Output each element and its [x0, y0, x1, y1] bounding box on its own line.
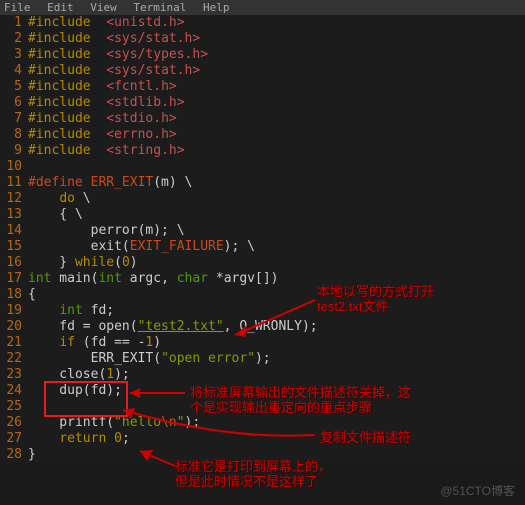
code-content: perror(m); \ [28, 223, 185, 239]
code-line: 12 do \ [0, 191, 525, 207]
line-number: 28 [0, 447, 28, 463]
code-content: do \ [28, 191, 91, 207]
code-content: #include <stdio.h> [28, 111, 177, 127]
line-number: 21 [0, 335, 28, 351]
code-content: #include <sys/types.h> [28, 47, 208, 63]
line-number: 8 [0, 127, 28, 143]
code-content: int fd; [28, 303, 114, 319]
line-number: 20 [0, 319, 28, 335]
code-line: 25 [0, 399, 525, 415]
code-line: 26 printf("hello\n"); [0, 415, 525, 431]
line-number: 25 [0, 399, 28, 415]
line-number: 11 [0, 175, 28, 191]
line-number: 16 [0, 255, 28, 271]
code-content: { [28, 287, 36, 303]
code-line: 8#include <errno.h> [0, 127, 525, 143]
line-number: 1 [0, 15, 28, 31]
menu-view[interactable]: View [90, 1, 117, 14]
line-number: 23 [0, 367, 28, 383]
code-line: 6#include <stdlib.h> [0, 95, 525, 111]
code-content: #include <stdlib.h> [28, 95, 185, 111]
line-number: 19 [0, 303, 28, 319]
code-line: 28} [0, 447, 525, 463]
code-content: #include <errno.h> [28, 127, 177, 143]
code-content: exit(EXIT_FAILURE); \ [28, 239, 255, 255]
code-content: #include <unistd.h> [28, 15, 185, 31]
code-content: return 0; [28, 431, 130, 447]
code-content: ERR_EXIT("open error"); [28, 351, 271, 367]
line-number: 10 [0, 159, 28, 175]
line-number: 12 [0, 191, 28, 207]
code-line: 9#include <string.h> [0, 143, 525, 159]
code-content: #include <sys/stat.h> [28, 63, 200, 79]
code-content: dup(fd); [28, 383, 122, 399]
code-line: 4#include <sys/stat.h> [0, 63, 525, 79]
code-content: #include <fcntl.h> [28, 79, 177, 95]
code-content: { \ [28, 207, 83, 223]
code-line: 19 int fd; [0, 303, 525, 319]
code-line: 3#include <sys/types.h> [0, 47, 525, 63]
line-number: 24 [0, 383, 28, 399]
code-content: fd = open("test2.txt", O_WRONLY); [28, 319, 318, 335]
line-number: 22 [0, 351, 28, 367]
line-number: 18 [0, 287, 28, 303]
code-line: 23 close(1); [0, 367, 525, 383]
code-content: if (fd == -1) [28, 335, 161, 351]
line-number: 14 [0, 223, 28, 239]
code-editor[interactable]: 1#include <unistd.h>2#include <sys/stat.… [0, 15, 525, 463]
code-content: int main(int argc, char *argv[]) [28, 271, 279, 287]
menu-file[interactable]: File [4, 1, 31, 14]
code-line: 13 { \ [0, 207, 525, 223]
watermark: @51CTO博客 [440, 482, 515, 499]
line-number: 5 [0, 79, 28, 95]
code-content: #include <sys/stat.h> [28, 31, 200, 47]
code-line: 10 [0, 159, 525, 175]
line-number: 2 [0, 31, 28, 47]
menu-bar: File Edit View Terminal Help [0, 0, 525, 15]
line-number: 3 [0, 47, 28, 63]
menu-terminal[interactable]: Terminal [133, 1, 186, 14]
line-number: 4 [0, 63, 28, 79]
code-line: 27 return 0; [0, 431, 525, 447]
line-number: 9 [0, 143, 28, 159]
annotation-printf: 标准它是打印到屏幕上的， 但是此时情况不是这样了 [175, 459, 331, 489]
line-number: 27 [0, 431, 28, 447]
code-line: 2#include <sys/stat.h> [0, 31, 525, 47]
code-line: 22 ERR_EXIT("open error"); [0, 351, 525, 367]
line-number: 15 [0, 239, 28, 255]
code-line: 7#include <stdio.h> [0, 111, 525, 127]
code-content: } while(0) [28, 255, 138, 271]
code-line: 24 dup(fd); [0, 383, 525, 399]
code-content: #define ERR_EXIT(m) \ [28, 175, 192, 191]
code-line: 11#define ERR_EXIT(m) \ [0, 175, 525, 191]
code-content: #include <string.h> [28, 143, 185, 159]
line-number: 7 [0, 111, 28, 127]
code-line: 21 if (fd == -1) [0, 335, 525, 351]
code-line: 16 } while(0) [0, 255, 525, 271]
code-line: 14 perror(m); \ [0, 223, 525, 239]
code-line: 20 fd = open("test2.txt", O_WRONLY); [0, 319, 525, 335]
code-content: printf("hello\n"); [28, 415, 200, 431]
code-line: 5#include <fcntl.h> [0, 79, 525, 95]
line-number: 13 [0, 207, 28, 223]
code-content: close(1); [28, 367, 130, 383]
code-line: 17int main(int argc, char *argv[]) [0, 271, 525, 287]
menu-edit[interactable]: Edit [47, 1, 74, 14]
code-line: 18{ [0, 287, 525, 303]
line-number: 6 [0, 95, 28, 111]
code-line: 15 exit(EXIT_FAILURE); \ [0, 239, 525, 255]
menu-help[interactable]: Help [203, 1, 230, 14]
code-content: } [28, 447, 36, 463]
line-number: 26 [0, 415, 28, 431]
code-line: 1#include <unistd.h> [0, 15, 525, 31]
line-number: 17 [0, 271, 28, 287]
